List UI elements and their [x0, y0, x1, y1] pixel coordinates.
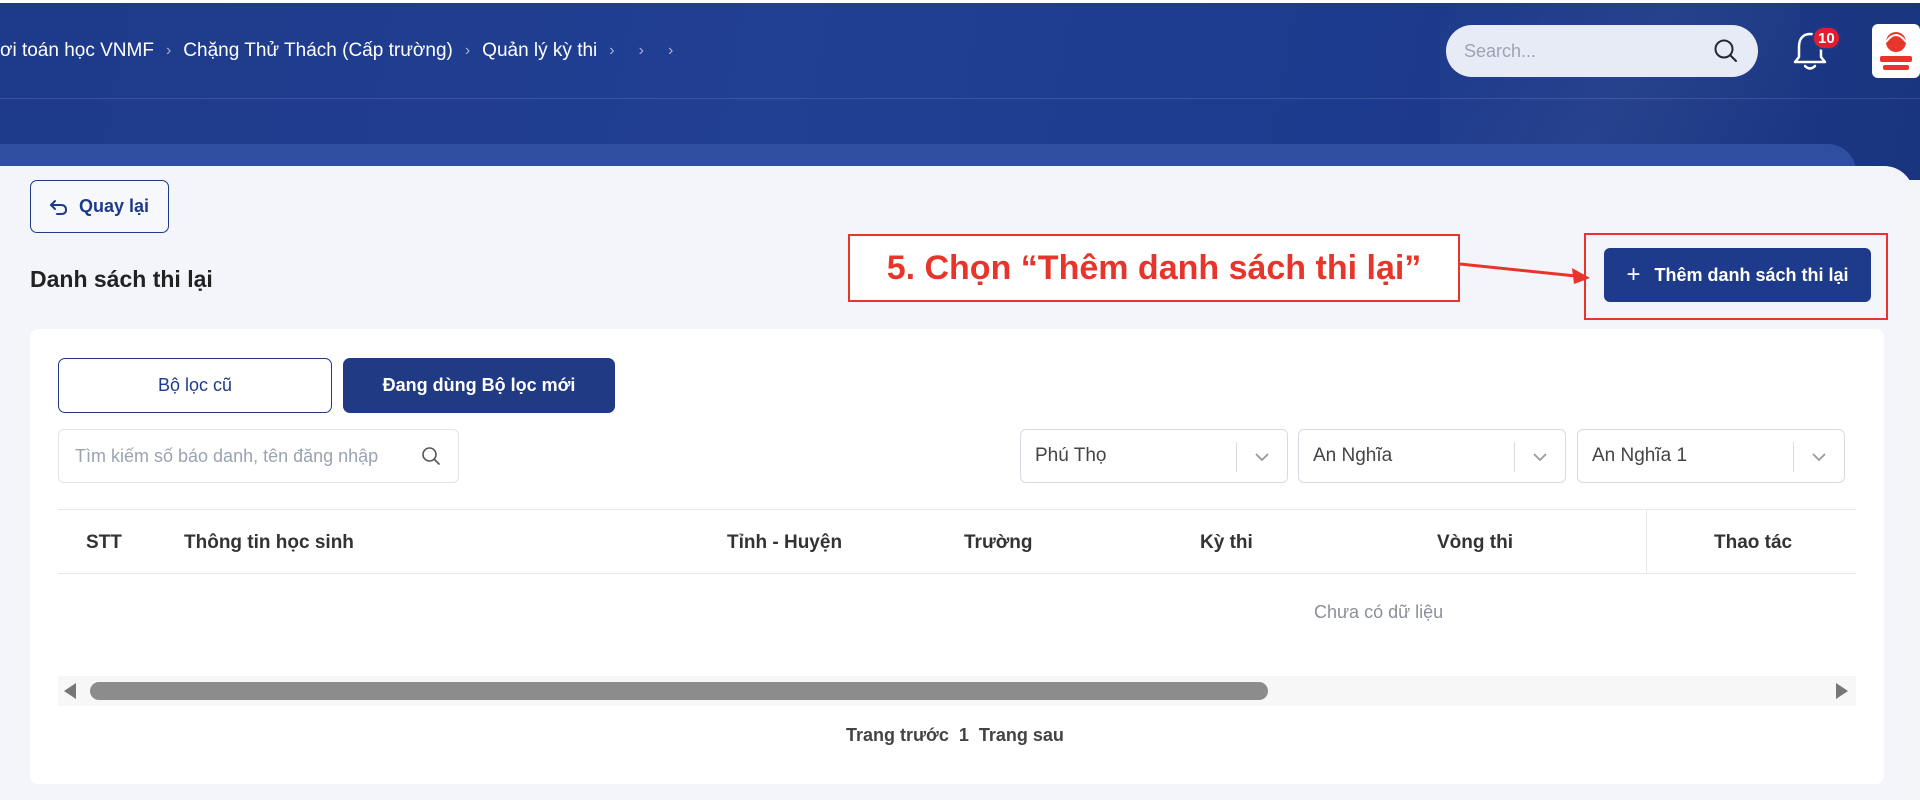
column-header-school: Trường — [964, 532, 1033, 553]
scroll-right-icon[interactable] — [1836, 683, 1848, 699]
chevron-right-icon: › — [165, 42, 172, 59]
column-header-exam: Kỳ thi — [1200, 532, 1253, 553]
current-page[interactable]: 1 — [959, 725, 969, 746]
empty-state-text: Chưa có dữ liệu — [1314, 602, 1444, 622]
column-header-student-info: Thông tin học sinh — [184, 532, 354, 553]
add-retake-list-button[interactable]: + Thêm danh sách thi lại — [1604, 248, 1871, 302]
chevron-right-icon: › — [667, 42, 674, 59]
chevron-down-icon — [1812, 453, 1826, 462]
province-value: Phú Thọ — [1035, 445, 1107, 466]
avatar[interactable] — [1872, 24, 1920, 78]
breadcrumb-item-exam-management[interactable]: Quản lý kỳ thi — [482, 40, 597, 62]
column-header-province-district: Tỉnh - Huyện — [727, 532, 843, 553]
scrollbar-thumb[interactable] — [90, 682, 1268, 700]
province-select[interactable]: Phú Thọ — [1020, 429, 1288, 483]
breadcrumb-item-stage[interactable]: Chặng Thử Thách (Cấp trường) — [183, 40, 453, 62]
breadcrumb-item-contest[interactable]: ơi toán học VNMF — [0, 40, 154, 62]
search-icon[interactable] — [420, 445, 442, 467]
new-filter-button[interactable]: Đang dùng Bộ lọc mới — [343, 358, 615, 413]
column-header-stt: STT — [86, 532, 122, 553]
header-search-input[interactable] — [1464, 40, 1712, 62]
notification-badge: 10 — [1812, 26, 1841, 50]
prev-page-button[interactable]: Trang trước — [846, 725, 949, 746]
district-select[interactable]: An Nghĩa — [1298, 429, 1566, 483]
undo-arrow-icon — [50, 199, 68, 215]
district-value: An Nghĩa — [1313, 445, 1393, 466]
chevron-down-icon — [1533, 453, 1547, 462]
chevron-right-icon: › — [609, 42, 615, 59]
column-header-actions: Thao tác — [1714, 532, 1793, 553]
header-divider — [0, 98, 1920, 99]
column-header-round: Vòng thi — [1437, 532, 1513, 553]
breadcrumb: ơi toán học VNMF › Chặng Thử Thách (Cấp … — [0, 36, 685, 66]
annotation-callout: 5. Chọn “Thêm danh sách thi lại” — [848, 234, 1460, 302]
plus-icon: + — [1626, 261, 1641, 288]
header-search — [1446, 25, 1758, 77]
back-button-label: Quay lại — [79, 196, 150, 216]
chevron-right-icon: › — [464, 42, 471, 59]
column-divider — [1646, 509, 1647, 574]
chevron-right-icon: › — [638, 42, 644, 59]
chevron-down-icon — [1255, 453, 1269, 462]
pagination: Trang trước 1 Trang sau — [846, 725, 1064, 746]
search-icon[interactable] — [1712, 37, 1740, 65]
add-button-label: Thêm danh sách thi lại — [1654, 264, 1849, 285]
mascot-logo-icon — [1880, 32, 1912, 70]
school-select[interactable]: An Nghĩa 1 — [1577, 429, 1845, 483]
next-page-button[interactable]: Trang sau — [979, 725, 1064, 746]
old-filter-button[interactable]: Bộ lọc cũ — [58, 358, 332, 413]
page-title: Danh sách thi lại — [30, 266, 213, 292]
school-value: An Nghĩa 1 — [1592, 445, 1688, 466]
student-search-input[interactable] — [75, 445, 420, 467]
annotation-arrow-icon — [1459, 262, 1590, 284]
scroll-left-icon[interactable] — [64, 683, 76, 699]
table-search — [58, 429, 459, 483]
back-button[interactable]: Quay lại — [30, 180, 169, 233]
